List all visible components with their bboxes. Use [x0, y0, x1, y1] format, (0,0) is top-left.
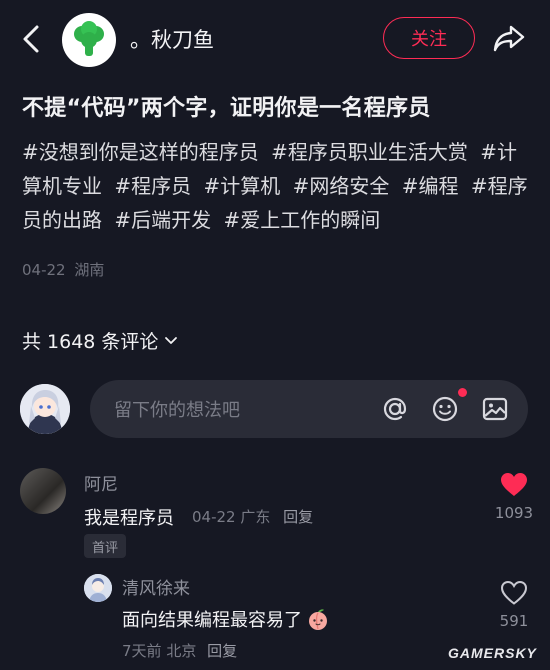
share-arrow-icon: [493, 25, 525, 52]
commenter-avatar[interactable]: [84, 574, 112, 602]
comment-date: 04-22: [192, 508, 236, 526]
back-arrow-icon: [23, 25, 39, 53]
hashtag[interactable]: #爱上工作的瞬间: [223, 208, 380, 232]
post-location: 湖南: [74, 261, 105, 279]
hashtag[interactable]: #程序员职业生活大赏: [271, 140, 468, 164]
hashtag[interactable]: #没想到你是这样的程序员: [22, 140, 259, 164]
like-button[interactable]: 1093: [484, 472, 544, 522]
hashtag[interactable]: #编程: [402, 174, 459, 198]
hashtag-list: #没想到你是这样的程序员 #程序员职业生活大赏 #计算机专业 #程序员 #计算机…: [22, 135, 532, 237]
chevron-down-icon: [165, 336, 178, 344]
author-name[interactable]: 。秋刀鱼: [130, 24, 214, 54]
post-date: 04-22: [22, 261, 66, 279]
commenter-avatar[interactable]: [20, 468, 66, 514]
post-meta: 04-22 湖南: [22, 259, 104, 280]
peach-emoji-icon: [309, 609, 327, 630]
at-icon[interactable]: [380, 394, 410, 424]
comment-text: 面向结果编程最容易了: [122, 610, 302, 631]
comment-input-box[interactable]: [90, 380, 528, 440]
hashtag[interactable]: #计算机: [203, 174, 280, 198]
comment-text: 我是程序员: [84, 508, 174, 529]
comment-meta: 04-22 广东 回复: [192, 506, 313, 527]
comment-meta: 7天前 北京 回复: [122, 640, 237, 661]
follow-button[interactable]: 关注: [383, 17, 475, 59]
comment-location: 广东: [240, 508, 271, 526]
image-icon[interactable]: [480, 394, 510, 424]
comment-author[interactable]: 清风徐来: [122, 574, 190, 599]
like-button[interactable]: 591: [484, 580, 544, 630]
hashtag[interactable]: #网络安全: [293, 174, 390, 198]
like-count: 591: [499, 612, 529, 630]
comment-count-toggle[interactable]: 共 1648 条评论: [22, 327, 178, 354]
watermark: GAMERSKY: [448, 645, 537, 661]
notification-dot: [458, 388, 467, 397]
reply-button[interactable]: 回复: [283, 508, 313, 526]
anime-girl-avatar-image: [20, 384, 70, 434]
cartoon-avatar-image: [84, 574, 112, 602]
share-button[interactable]: [488, 20, 530, 58]
comment-location: 北京: [166, 642, 197, 660]
post-title: 不提“代码”两个字，证明你是一名程序员: [22, 96, 431, 121]
comment-author[interactable]: 阿尼: [84, 470, 118, 495]
comment-text-row: 面向结果编程最容易了: [122, 606, 330, 632]
comment-date: 7天前: [122, 642, 162, 660]
reply-button[interactable]: 回复: [207, 642, 237, 660]
first-comment-badge: 首评: [84, 534, 127, 558]
heart-filled-icon: [501, 473, 527, 496]
my-avatar[interactable]: [20, 384, 70, 434]
back-button[interactable]: [16, 22, 46, 56]
author-avatar[interactable]: [62, 13, 116, 67]
comment-input[interactable]: [112, 380, 376, 440]
top-bar: 。秋刀鱼 关注: [0, 0, 550, 78]
emoji-icon[interactable]: [430, 394, 460, 424]
comment-count-label: 共 1648 条评论: [22, 331, 159, 353]
heart-outline-icon: [500, 580, 528, 605]
hashtag[interactable]: #后端开发: [114, 208, 211, 232]
green-broccoli-icon: [74, 21, 104, 56]
like-count: 1093: [494, 504, 534, 522]
hashtag[interactable]: #程序员: [114, 174, 191, 198]
